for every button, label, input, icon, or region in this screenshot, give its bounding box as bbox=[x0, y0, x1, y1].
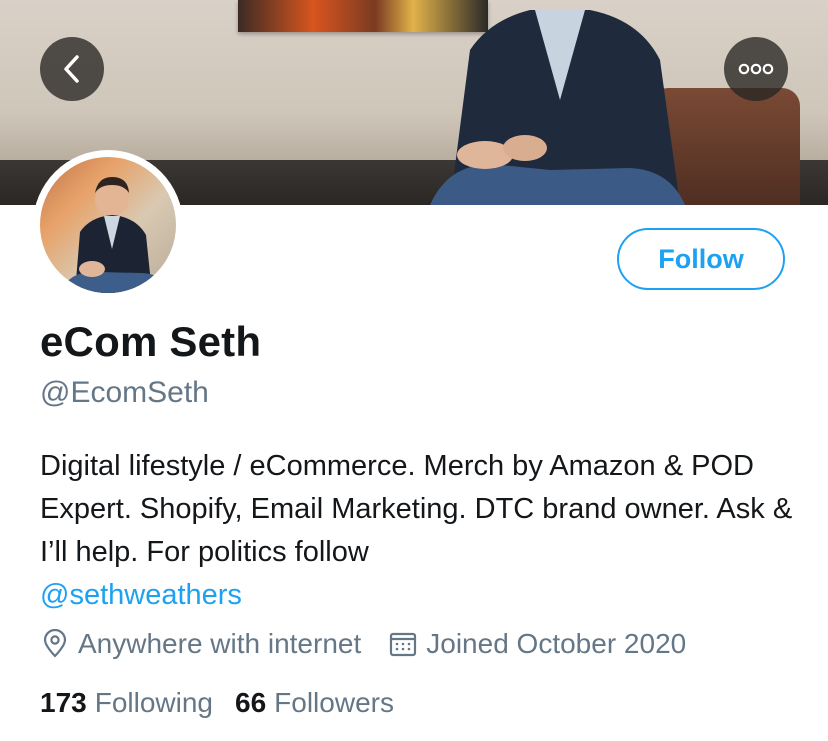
followers-link[interactable]: 66 Followers bbox=[235, 687, 394, 719]
follow-stats: 173 Following 66 Followers bbox=[40, 687, 394, 719]
join-date-text: Joined October 2020 bbox=[426, 628, 687, 659]
bio-text: Digital lifestyle / eCommerce. Merch by … bbox=[40, 450, 793, 568]
user-handle: @EcomSeth bbox=[40, 376, 209, 409]
bio: Digital lifestyle / eCommerce. Merch by … bbox=[40, 445, 800, 617]
more-horizontal-icon bbox=[738, 63, 774, 75]
calendar-icon bbox=[390, 632, 417, 657]
banner-person-image bbox=[430, 10, 685, 205]
chevron-left-icon bbox=[64, 55, 79, 83]
following-count: 173 bbox=[40, 687, 87, 718]
location-pin-icon bbox=[43, 629, 67, 658]
avatar[interactable] bbox=[33, 150, 183, 300]
more-options-button[interactable] bbox=[724, 37, 788, 101]
avatar-image bbox=[40, 157, 176, 293]
followers-count: 66 bbox=[235, 687, 267, 718]
profile-meta: Anywhere with internet Joined October 20… bbox=[40, 628, 686, 660]
display-name: eCom Seth bbox=[40, 318, 262, 365]
following-link[interactable]: 173 Following bbox=[40, 687, 213, 719]
location-text: Anywhere with internet bbox=[78, 628, 362, 659]
location: Anywhere with internet bbox=[40, 628, 361, 660]
bio-mention-link[interactable]: @sethweathers bbox=[40, 574, 800, 617]
join-date: Joined October 2020 bbox=[388, 628, 686, 660]
following-label: Following bbox=[94, 687, 213, 718]
follow-button[interactable]: Follow bbox=[617, 228, 785, 290]
back-button[interactable] bbox=[40, 37, 104, 101]
followers-label: Followers bbox=[274, 687, 394, 718]
